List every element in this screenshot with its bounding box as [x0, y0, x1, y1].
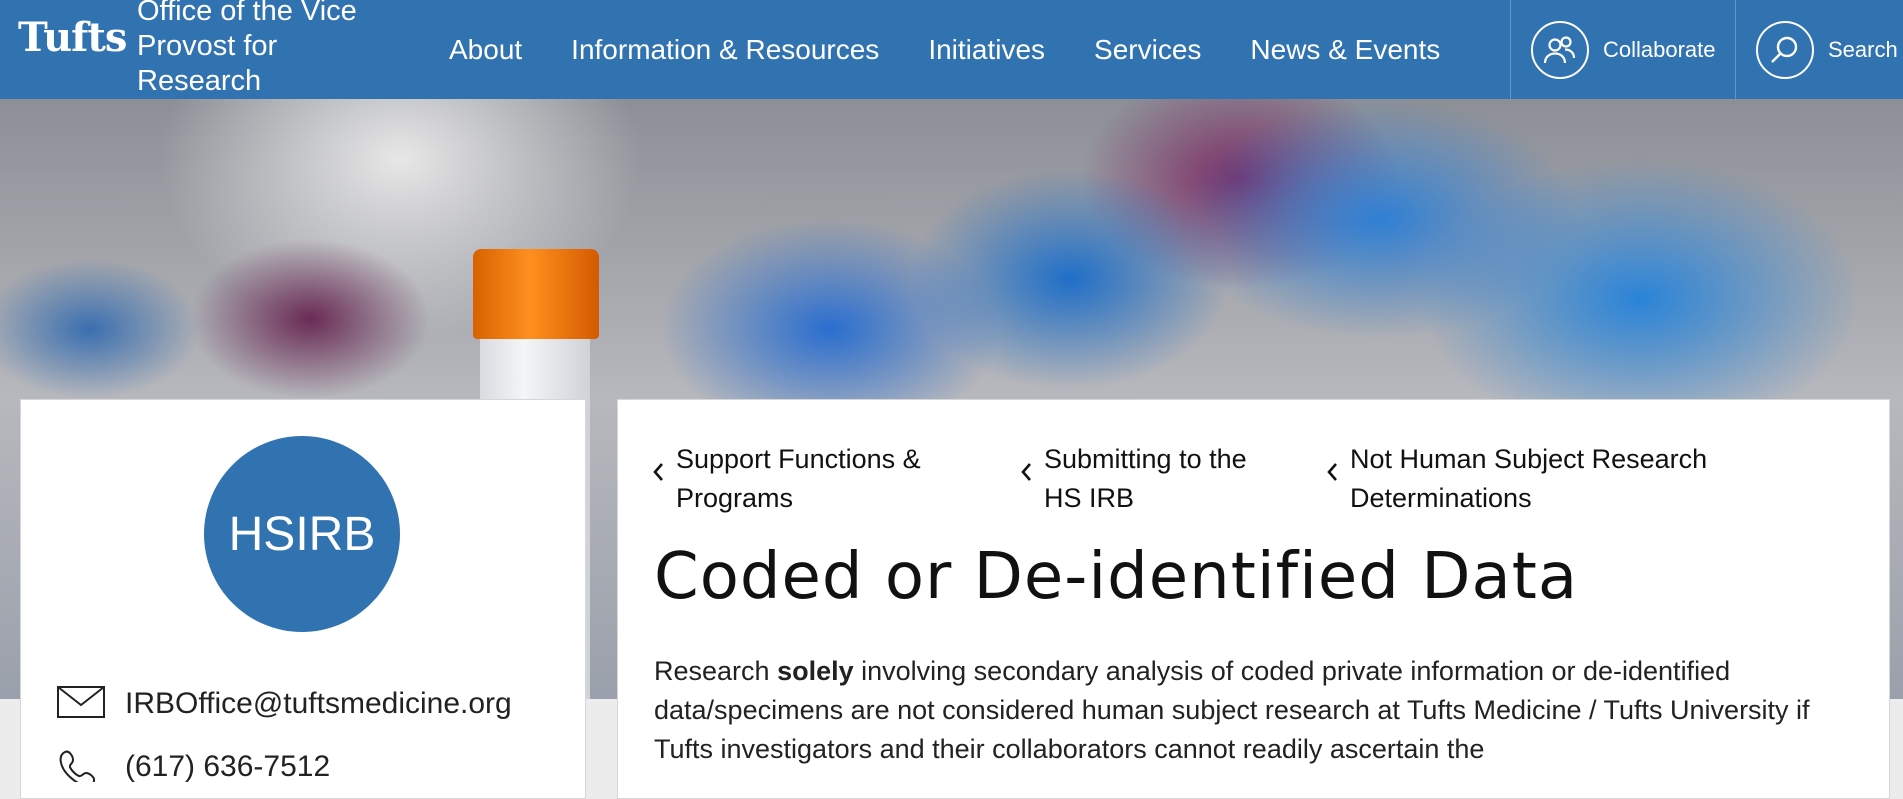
email-row: IRBOffice@tuftsmedicine.org [57, 686, 512, 722]
email-link[interactable]: IRBOffice@tuftsmedicine.org [125, 687, 512, 721]
nav-news-events[interactable]: News & Events [1250, 34, 1440, 66]
office-name-line-1: Office of the Vice [137, 0, 357, 27]
nav-about[interactable]: About [449, 34, 522, 66]
page-title: Coded or De-identified Data [654, 540, 1579, 614]
chevron-left-icon [1020, 462, 1032, 486]
office-name-line-2: Provost for [137, 30, 278, 62]
office-name[interactable]: Office of the Vice Provost for Research [137, 0, 397, 99]
hsirb-badge: HSIRB [204, 436, 400, 632]
chevron-left-icon [1326, 462, 1338, 486]
envelope-icon [57, 686, 105, 722]
nav-services[interactable]: Services [1094, 34, 1201, 66]
breadcrumb-support-functions[interactable]: Support Functions & Programs [652, 440, 976, 518]
test-tube-cap [473, 249, 599, 339]
content-card: Support Functions & Programs Submitting … [617, 399, 1890, 799]
breadcrumb: Support Functions & Programs Submitting … [652, 440, 1751, 518]
main-nav: About Information & Resources Initiative… [449, 0, 1489, 99]
nav-information-resources[interactable]: Information & Resources [571, 34, 879, 66]
search-icon [1756, 20, 1814, 79]
phone-icon [57, 748, 105, 787]
search-button[interactable]: Search [1735, 0, 1903, 99]
collaborate-label: Collaborate [1603, 36, 1716, 62]
nav-initiatives[interactable]: Initiatives [928, 34, 1045, 66]
tufts-logo[interactable]: Tufts [18, 14, 127, 61]
breadcrumb-submitting[interactable]: Submitting to the HS IRB [1020, 440, 1282, 518]
breadcrumb-label: Submitting to the HS IRB [1044, 444, 1247, 513]
phone-link[interactable]: (617) 636-7512 [125, 750, 330, 784]
chevron-left-icon [652, 462, 664, 486]
site-header: Tufts Office of the Vice Provost for Res… [0, 0, 1903, 99]
breadcrumb-not-human-subject[interactable]: Not Human Subject Research Determination… [1326, 440, 1707, 518]
people-icon [1531, 20, 1589, 79]
contact-card: HSIRB IRBOffice@tuftsmedicine.org (617) … [20, 399, 586, 799]
breadcrumb-label: Not Human Subject Research Determination… [1350, 444, 1708, 513]
breadcrumb-label: Support Functions & Programs [676, 444, 921, 513]
phone-row: (617) 636-7512 [57, 748, 330, 787]
office-name-line-3: Research [137, 65, 262, 97]
intro-paragraph: Research solely involving secondary anal… [654, 656, 1810, 764]
collaborate-button[interactable]: Collaborate [1510, 0, 1736, 99]
search-label: Search [1828, 36, 1898, 62]
intro-emphasis: solely [777, 656, 854, 686]
